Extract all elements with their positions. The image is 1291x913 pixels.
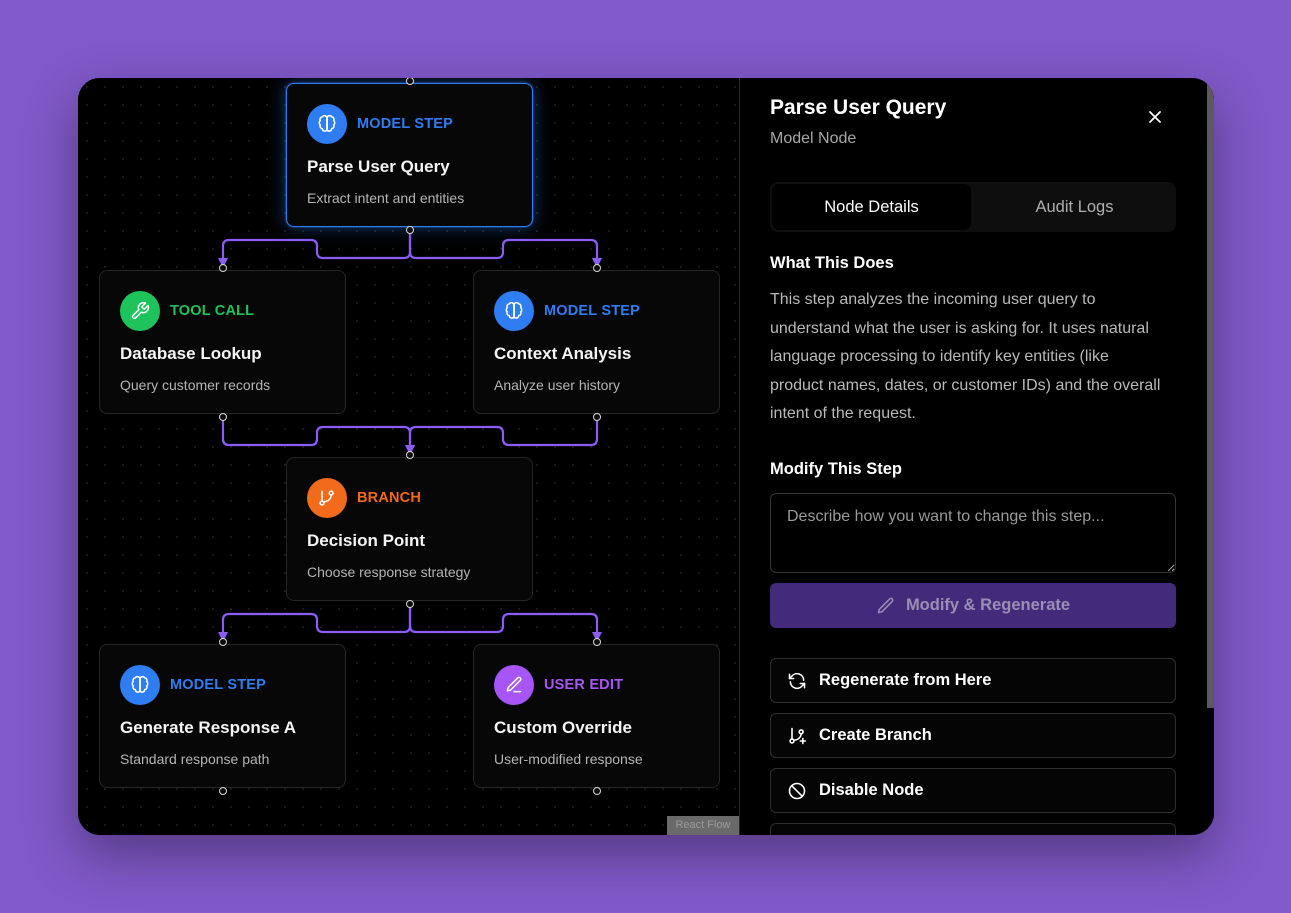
git-branch-plus-icon bbox=[789, 727, 807, 744]
node-handle-source[interactable] bbox=[406, 600, 414, 608]
node-title: Generate Response A bbox=[120, 718, 297, 737]
node-handle-source[interactable] bbox=[406, 226, 414, 234]
node-handle-target[interactable] bbox=[219, 264, 227, 272]
edge-decision-genA bbox=[218, 604, 412, 642]
react-flow-attribution[interactable]: React Flow bbox=[667, 816, 739, 835]
node-badge bbox=[494, 291, 534, 331]
edge-context-decision bbox=[405, 417, 599, 455]
node-details-panel: Parse User Query Model Node Node Details… bbox=[739, 78, 1214, 835]
regenerate-from-here-button[interactable]: Regenerate from Here bbox=[770, 658, 1176, 703]
tab-node-details[interactable]: Node Details bbox=[772, 184, 971, 230]
node-title: Context Analysis bbox=[494, 344, 632, 363]
node-kind-label: TOOL CALL bbox=[170, 303, 255, 319]
action-label: Create Branch bbox=[819, 726, 932, 744]
modify-regenerate-label: Modify & Regenerate bbox=[905, 596, 1071, 614]
brain-icon bbox=[505, 301, 523, 319]
edge-decision-custom bbox=[408, 604, 602, 642]
refresh-icon bbox=[788, 672, 806, 689]
flow-canvas[interactable]: MODEL STEP Parse User Query Extract inte… bbox=[78, 78, 739, 835]
app-window: MODEL STEP Parse User Query Extract inte… bbox=[78, 78, 1214, 835]
flow-node-database-lookup[interactable]: TOOL CALL Database Lookup Query customer… bbox=[99, 270, 346, 414]
node-title: Parse User Query bbox=[307, 157, 450, 176]
node-handle-target[interactable] bbox=[406, 451, 414, 459]
git-branch-icon bbox=[319, 490, 334, 506]
action-label: Disable Node bbox=[819, 781, 924, 799]
flow-node-decision-point[interactable]: BRANCH Decision Point Choose response st… bbox=[286, 457, 533, 601]
tab-audit-logs[interactable]: Audit Logs bbox=[975, 184, 1174, 230]
node-kind-label: MODEL STEP bbox=[544, 303, 640, 319]
panel-scrollbar[interactable] bbox=[1207, 78, 1214, 708]
node-subtitle: Analyze user history bbox=[494, 377, 621, 393]
wrench-icon bbox=[131, 301, 150, 320]
node-badge bbox=[307, 104, 347, 144]
close-icon bbox=[1149, 111, 1161, 123]
node-title: Decision Point bbox=[307, 531, 426, 550]
edge-db-decision bbox=[221, 417, 415, 455]
node-subtitle: Standard response path bbox=[120, 751, 270, 767]
node-handle-source[interactable] bbox=[219, 787, 227, 795]
edge-parse-db bbox=[218, 230, 412, 268]
panel-tabs: Node Details Audit Logs bbox=[770, 182, 1176, 232]
node-kind-label: MODEL STEP bbox=[170, 677, 266, 693]
edge-parse-context bbox=[408, 230, 602, 268]
node-handle-target[interactable] bbox=[219, 638, 227, 646]
node-subtitle: Choose response strategy bbox=[307, 564, 471, 580]
modify-regenerate-button[interactable]: Modify & Regenerate bbox=[770, 583, 1176, 628]
panel-subtitle: Model Node bbox=[770, 130, 857, 147]
step-description: This step analyzes the incoming user que… bbox=[770, 291, 1161, 423]
node-subtitle: User-modified response bbox=[494, 751, 643, 767]
node-handle-source[interactable] bbox=[593, 413, 601, 421]
flow-node-custom-override[interactable]: USER EDIT Custom Override User-modified … bbox=[473, 644, 720, 788]
brain-icon bbox=[131, 675, 149, 693]
node-kind-label: USER EDIT bbox=[544, 677, 624, 693]
node-badge bbox=[120, 665, 160, 705]
node-handle-source[interactable] bbox=[593, 787, 601, 795]
node-subtitle: Query customer records bbox=[120, 377, 271, 393]
pencil-icon bbox=[877, 597, 894, 613]
node-handle-target[interactable] bbox=[593, 638, 601, 646]
panel-title: Parse User Query bbox=[770, 96, 947, 119]
node-title: Database Lookup bbox=[120, 344, 262, 363]
pencil-icon bbox=[506, 676, 522, 693]
modify-step-input[interactable] bbox=[770, 493, 1176, 573]
node-badge bbox=[307, 478, 347, 518]
close-button[interactable] bbox=[1140, 102, 1170, 132]
node-subtitle: Extract intent and entities bbox=[307, 190, 465, 206]
ban-icon bbox=[788, 782, 806, 799]
node-title: Custom Override bbox=[494, 718, 632, 737]
flow-node-context-analysis[interactable]: MODEL STEP Context Analysis Analyze user… bbox=[473, 270, 720, 414]
node-kind-label: MODEL STEP bbox=[357, 116, 453, 132]
flow-node-parse-user-query[interactable]: MODEL STEP Parse User Query Extract inte… bbox=[286, 83, 533, 227]
section-heading-modify-step: Modify This Step bbox=[770, 460, 902, 478]
next-action-button-partial[interactable] bbox=[770, 823, 1176, 835]
node-badge bbox=[494, 665, 534, 705]
node-handle-target[interactable] bbox=[593, 264, 601, 272]
node-badge bbox=[120, 291, 160, 331]
node-kind-label: BRANCH bbox=[357, 490, 422, 506]
action-label: Regenerate from Here bbox=[819, 671, 992, 689]
section-heading-what-this-does: What This Does bbox=[770, 254, 894, 272]
create-branch-button[interactable]: Create Branch bbox=[770, 713, 1176, 758]
disable-node-button[interactable]: Disable Node bbox=[770, 768, 1176, 813]
flow-node-generate-response-a[interactable]: MODEL STEP Generate Response A Standard … bbox=[99, 644, 346, 788]
node-handle-source[interactable] bbox=[219, 413, 227, 421]
brain-icon bbox=[318, 114, 336, 132]
